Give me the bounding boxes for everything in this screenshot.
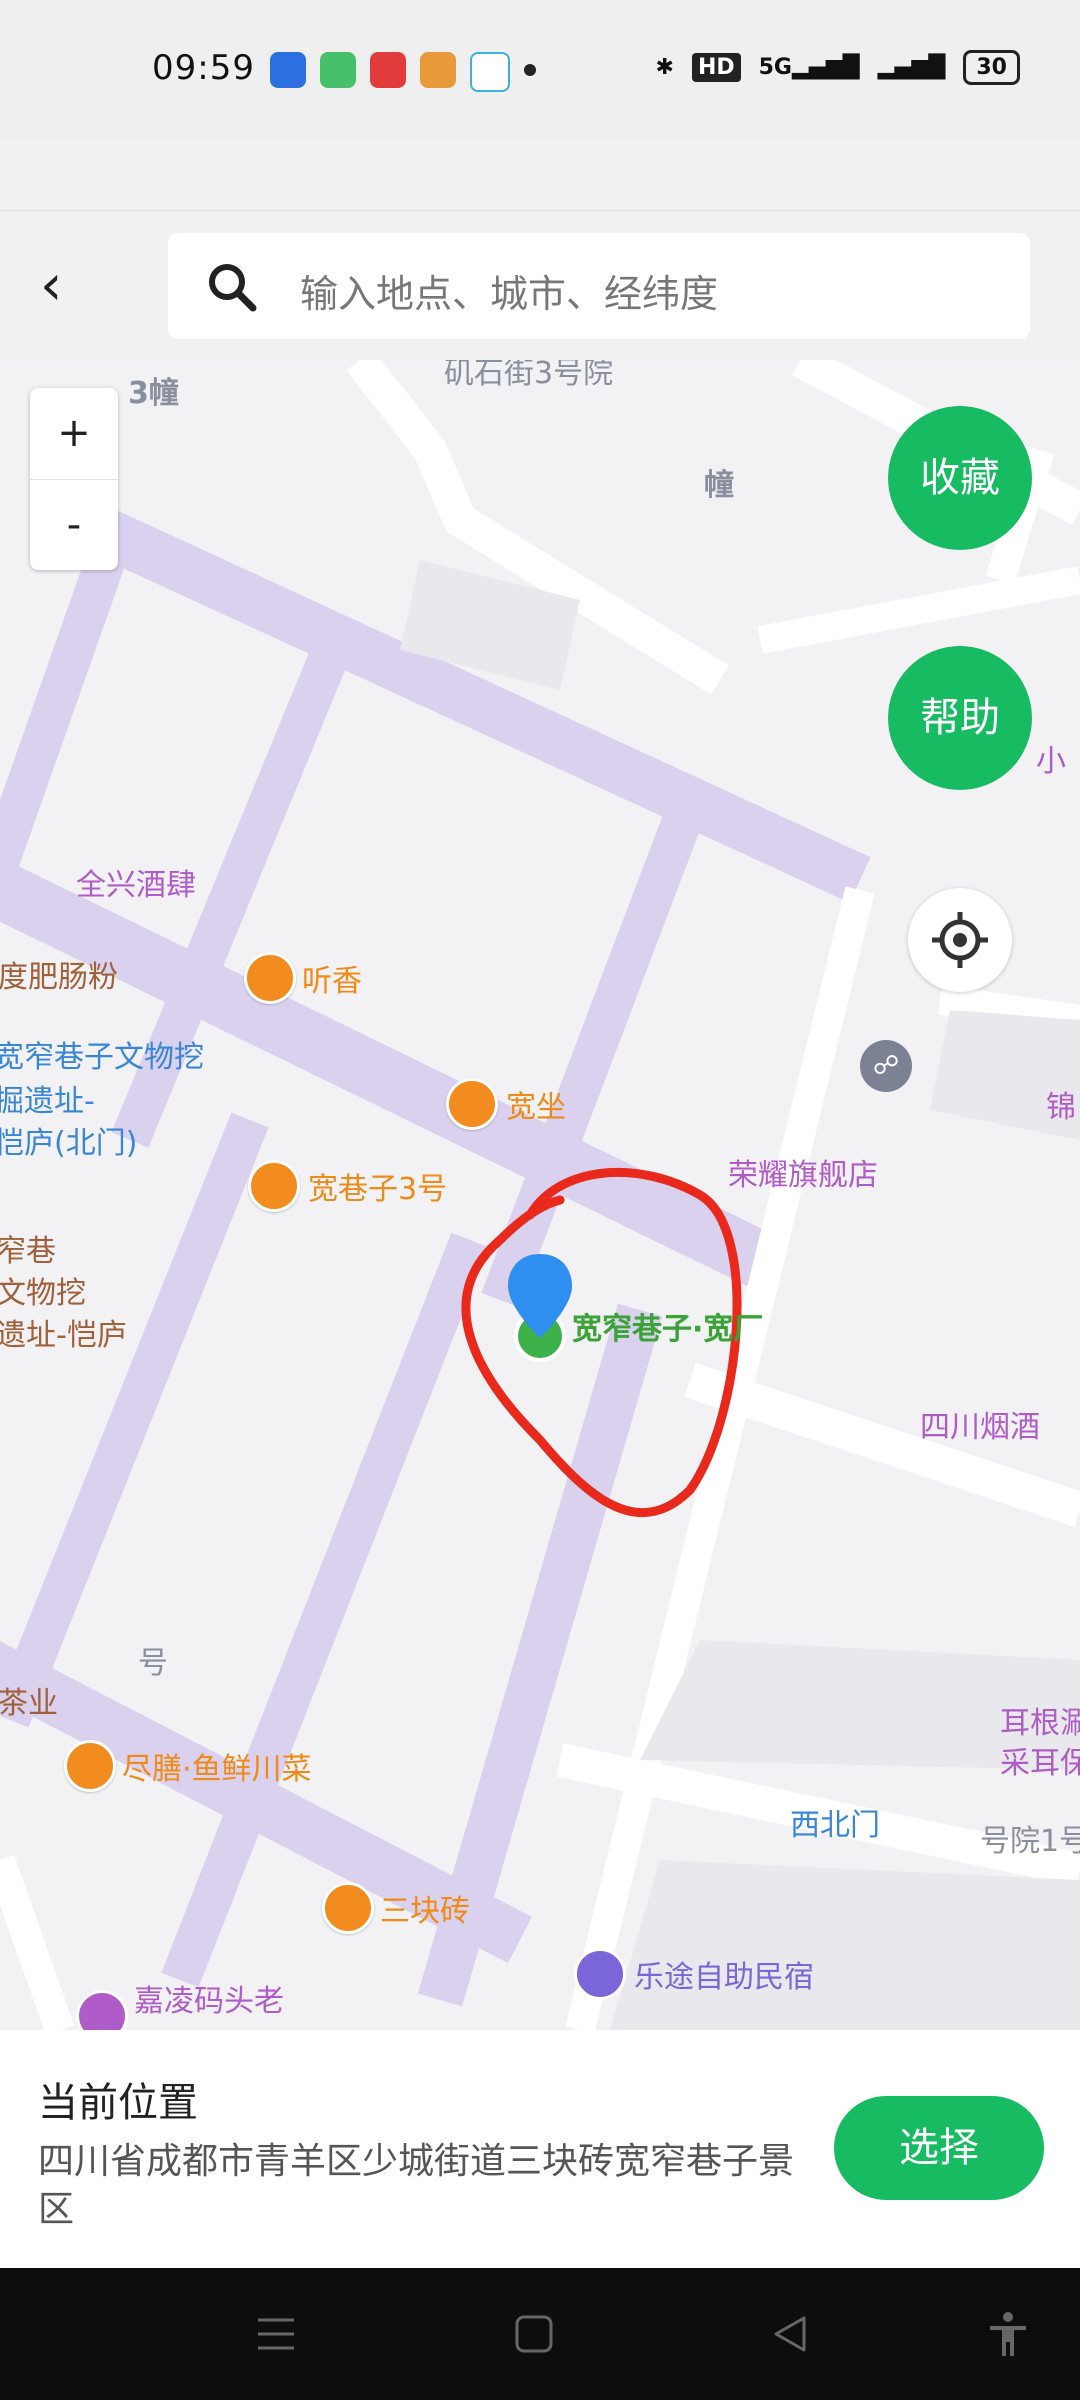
poi-label: 幢 — [704, 468, 734, 503]
restaurant-icon[interactable] — [64, 1740, 116, 1792]
poi-label: 矶石街3号院 — [444, 360, 614, 391]
restaurant-icon[interactable] — [244, 952, 296, 1004]
poi-label[interactable]: 四川烟酒 — [920, 1402, 1040, 1446]
poi-label: 耳根涮 — [1000, 1706, 1080, 1741]
chat-app-icon — [470, 52, 510, 92]
shopping-app-icon — [420, 52, 456, 88]
map-view[interactable]: 矶石街3号院 3幢 幢 全兴酒肆 度肥肠粉 听香 宽窄巷子文物挖 掘遗址- 恺庐… — [0, 360, 1080, 2030]
restaurant-icon[interactable] — [446, 1078, 498, 1130]
poi-label[interactable]: 宽窄巷子文物挖 — [0, 1032, 204, 1076]
search-icon — [209, 264, 257, 312]
back-icon[interactable] — [770, 2314, 810, 2354]
bluetooth-icon: ✱ — [655, 55, 674, 80]
status-bar: 09:59 ✱ HD 5G▂▄▆█ ▂▄▆█ 30 — [0, 0, 1080, 140]
location-pin-icon[interactable] — [504, 1252, 576, 1362]
poi-label: 采耳保 — [1000, 1746, 1080, 1781]
poi-label: 遗址-恺庐 — [0, 1318, 127, 1353]
poi-label[interactable]: 西北门 — [790, 1800, 880, 1844]
home-icon[interactable] — [514, 2314, 554, 2354]
status-time: 09:59 — [152, 48, 255, 88]
poi-label[interactable]: 乐途自助民宿 — [634, 1952, 814, 1996]
network-label: 5G — [758, 55, 792, 80]
notification-icons — [270, 52, 536, 92]
menu-icon[interactable] — [256, 2314, 296, 2354]
battery-level: 30 — [976, 55, 1007, 80]
signal-5g-icon: 5G▂▄▆█ — [758, 55, 860, 80]
signal-5g-icon-2: ▂▄▆█ — [877, 55, 946, 80]
zoom-control: + - — [30, 388, 118, 570]
video-app-icon — [320, 52, 356, 88]
poi-label: 号 — [138, 1646, 168, 1681]
poi-label: 全兴酒肆 — [76, 868, 196, 903]
poi-label: 3幢 — [128, 376, 179, 411]
poi-label: 小 — [1036, 744, 1066, 779]
top-search-bar: ‹ 输入地点、城市、经纬度 — [0, 210, 1080, 361]
hd-badge: HD — [691, 53, 741, 82]
poi-label: 锦 — [1046, 1090, 1076, 1125]
accessibility-icon[interactable] — [986, 2310, 1030, 2358]
back-arrow-icon[interactable]: ‹ — [40, 258, 80, 314]
status-indicators: ✱ HD 5G▂▄▆█ ▂▄▆█ 30 — [655, 50, 1020, 85]
poi-label[interactable]: 尽膳·鱼鲜川菜 — [122, 1744, 312, 1788]
poi-label: 恺庐(北门) — [0, 1126, 138, 1161]
select-button[interactable]: 选择 — [834, 2096, 1044, 2200]
poi-label: 窄巷 — [0, 1234, 56, 1269]
poi-label: 号院1号 — [980, 1824, 1080, 1859]
hotel-icon[interactable] — [574, 1948, 626, 2000]
poi-label: 度肥肠粉 — [0, 960, 118, 995]
poi-label[interactable]: 宽坐 — [506, 1082, 566, 1126]
search-input[interactable]: 输入地点、城市、经纬度 — [168, 233, 1030, 339]
poi-label[interactable]: 荣耀旗舰店 — [728, 1150, 878, 1194]
poi-label: 文物挖 — [0, 1276, 86, 1311]
zoom-out-button[interactable]: - — [30, 480, 118, 571]
system-nav-bar — [0, 2268, 1080, 2400]
current-location-panel: 当前位置 四川省成都市青羊区少城街道三块砖宽窄巷子景区 选择 — [0, 2030, 1080, 2268]
more-dot-icon — [524, 64, 536, 76]
current-location-address: 四川省成都市青羊区少城街道三块砖宽窄巷子景区 — [38, 2141, 795, 2230]
battery-icon: 30 — [963, 50, 1020, 85]
poi-label[interactable]: 宽巷子3号 — [308, 1164, 447, 1208]
news-app-icon — [370, 52, 406, 88]
zoom-in-button[interactable]: + — [30, 388, 118, 480]
locate-button[interactable] — [908, 888, 1012, 992]
restaurant-icon[interactable] — [248, 1160, 300, 1212]
poi-label: 茶业 — [0, 1686, 58, 1721]
restaurant-icon[interactable] — [322, 1882, 374, 1934]
current-location-title: 当前位置 — [38, 2080, 198, 2126]
selected-poi-label[interactable]: 宽窄巷子·宽厂 — [572, 1304, 763, 1348]
help-button[interactable]: 帮助 — [888, 646, 1032, 790]
poi-label[interactable]: 三块砖 — [380, 1886, 470, 1930]
poi-label: 掘遗址- — [0, 1084, 95, 1119]
crosshair-icon — [932, 912, 988, 968]
poi-label[interactable]: 嘉凌码头老 — [134, 1976, 284, 2020]
poi-label[interactable]: 听香 — [302, 956, 362, 1000]
collect-button[interactable]: 收藏 — [888, 406, 1032, 550]
app-notification-icon — [270, 52, 306, 88]
restroom-icon[interactable]: ☍ — [860, 1040, 912, 1092]
search-placeholder: 输入地点、城市、经纬度 — [300, 272, 719, 316]
